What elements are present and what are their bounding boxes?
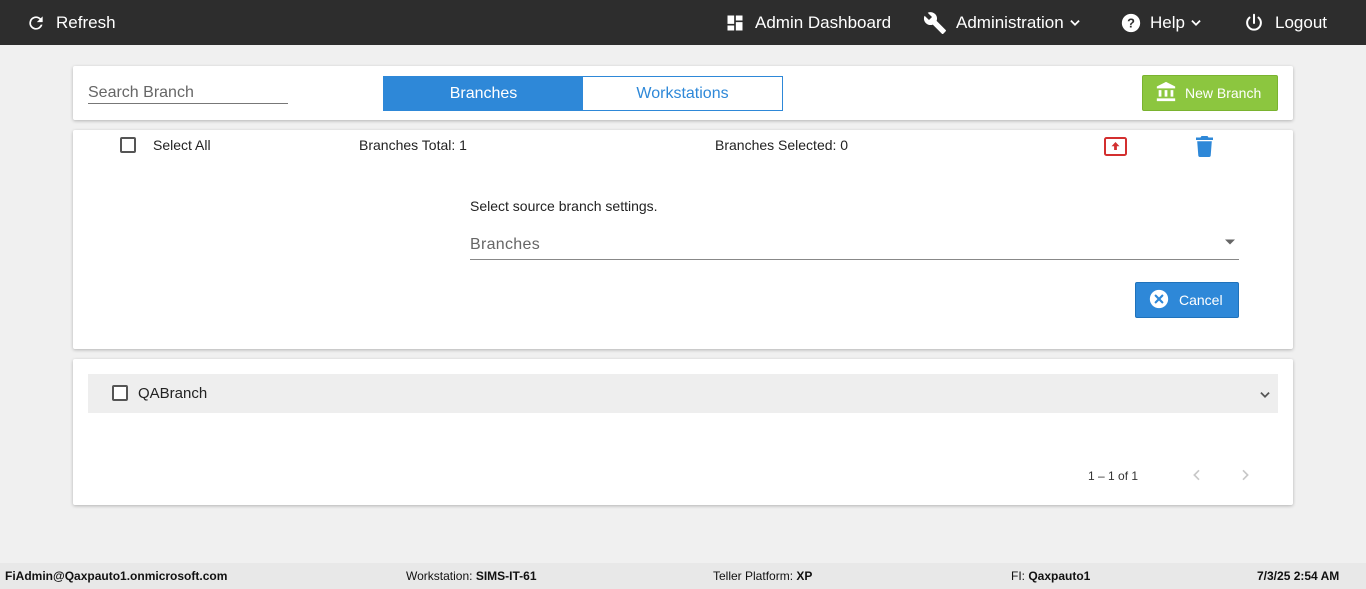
- refresh-label: Refresh: [56, 12, 116, 32]
- power-icon: [1243, 12, 1265, 34]
- logout-label: Logout: [1275, 12, 1327, 32]
- dashboard-icon: [725, 13, 745, 33]
- cancel-label: Cancel: [1179, 292, 1223, 308]
- branch-toolbar-card: Branches Workstations New Branch: [73, 66, 1293, 120]
- branch-row[interactable]: QABranch: [88, 374, 1278, 413]
- help-icon: ?: [1120, 12, 1142, 34]
- svg-text:?: ?: [1127, 15, 1135, 30]
- footer-platform-label: Teller Platform:: [713, 569, 794, 583]
- footer-fi-value: Qaxpauto1: [1028, 569, 1091, 583]
- search-branch-input[interactable]: [88, 82, 288, 103]
- new-branch-label: New Branch: [1185, 85, 1262, 101]
- tab-branches[interactable]: Branches: [384, 77, 583, 110]
- administration-menu[interactable]: Administration: [923, 0, 1082, 45]
- close-circle-icon: [1136, 289, 1169, 312]
- branches-selected-text: Branches Selected: 0: [715, 137, 849, 153]
- status-bar: FiAdmin@Qaxpauto1.onmicrosoft.com Workst…: [0, 563, 1366, 589]
- chevron-down-icon: [1068, 16, 1082, 30]
- cancel-button[interactable]: Cancel: [1135, 282, 1239, 318]
- dropdown-arrow-icon: [1224, 233, 1236, 251]
- source-branch-select-placeholder: Branches: [470, 236, 540, 253]
- bulk-actions-card: Select All Branches Total: 1 Branches Se…: [73, 130, 1293, 349]
- footer-workstation-label: Workstation:: [406, 569, 473, 583]
- top-nav-bar: Refresh Admin Dashboard Administration ?…: [0, 0, 1366, 45]
- upload-settings-icon[interactable]: [1104, 137, 1127, 161]
- next-page-icon[interactable]: [1237, 467, 1253, 488]
- branch-list-card: QABranch 1 – 1 of 1: [73, 359, 1293, 505]
- select-all-label: Select All: [153, 137, 211, 153]
- footer-datetime: 7/3/25 2:54 AM: [1257, 569, 1340, 583]
- refresh-button[interactable]: Refresh: [26, 0, 116, 45]
- source-branch-prompt: Select source branch settings.: [470, 198, 658, 214]
- footer-fi: FI: Qaxpauto1: [1011, 569, 1090, 583]
- chevron-down-icon[interactable]: [1258, 388, 1272, 407]
- source-branch-select[interactable]: Branches: [470, 233, 1239, 260]
- footer-fi-label: FI:: [1011, 569, 1025, 583]
- select-all-checkbox[interactable]: [120, 137, 136, 153]
- help-label: Help: [1150, 12, 1185, 32]
- new-branch-button[interactable]: New Branch: [1142, 75, 1278, 111]
- branch-row-checkbox[interactable]: [112, 385, 128, 401]
- footer-teller-platform: Teller Platform: XP: [713, 569, 812, 583]
- pagination-range: 1 – 1 of 1: [1088, 469, 1139, 483]
- footer-platform-value: XP: [796, 569, 813, 583]
- footer-workstation-value: SIMS-IT-61: [475, 569, 537, 583]
- footer-workstation: Workstation: SIMS-IT-61: [406, 569, 537, 583]
- logout-button[interactable]: Logout: [1243, 0, 1327, 45]
- view-tabs: Branches Workstations: [383, 76, 783, 111]
- bank-icon: [1143, 81, 1177, 106]
- previous-page-icon[interactable]: [1189, 467, 1205, 488]
- chevron-down-icon: [1189, 16, 1203, 30]
- wrench-icon: [923, 11, 947, 35]
- delete-icon[interactable]: [1196, 136, 1213, 162]
- branches-total-text: Branches Total: 1: [359, 137, 467, 153]
- tab-workstations[interactable]: Workstations: [583, 77, 782, 110]
- refresh-icon: [26, 13, 46, 33]
- administration-label: Administration: [956, 12, 1064, 32]
- admin-dashboard-label: Admin Dashboard: [755, 12, 892, 32]
- footer-user: FiAdmin@Qaxpauto1.onmicrosoft.com: [5, 569, 228, 583]
- help-menu[interactable]: ? Help: [1120, 0, 1203, 45]
- branch-name: QABranch: [138, 385, 208, 402]
- admin-dashboard-link[interactable]: Admin Dashboard: [725, 0, 891, 45]
- search-field-wrapper: [88, 82, 288, 104]
